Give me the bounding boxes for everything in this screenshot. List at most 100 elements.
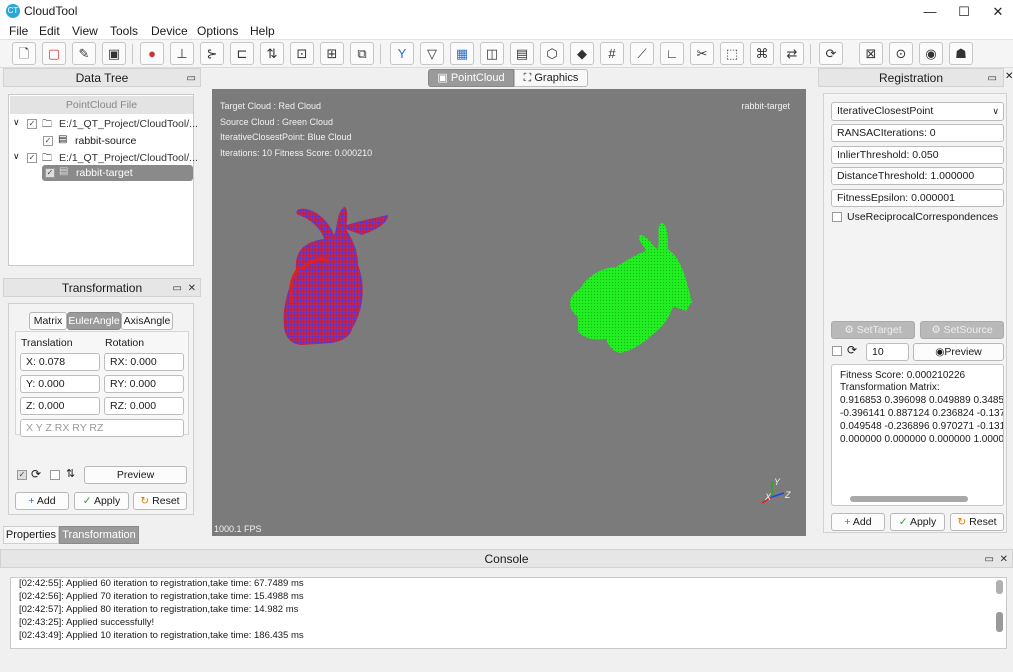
result-box[interactable]: Fitness Score: 0.000210226 Transformatio… — [831, 364, 1004, 506]
refresh-icon[interactable]: ⟳ — [819, 42, 843, 65]
rx-field[interactable]: RX: 0.000 — [104, 353, 184, 371]
align-icon[interactable]: ⇅ — [260, 42, 284, 65]
tab-transformation[interactable]: Transformation — [59, 526, 139, 544]
open-file-icon[interactable]: ▢ — [42, 42, 66, 65]
split-icon[interactable]: ⊏ — [230, 42, 254, 65]
menu-options[interactable]: Options — [197, 24, 238, 38]
fitness-epsilon-field[interactable]: FitnessEpsilon: 0.000001 — [831, 189, 1004, 207]
add-button[interactable]: + Add — [15, 492, 69, 510]
distance-field[interactable]: DistanceThreshold: 1.000000 — [831, 167, 1004, 185]
clean-icon[interactable]: ✎ — [72, 42, 96, 65]
reset-button[interactable]: ↻ Reset — [133, 492, 187, 510]
ransac-field[interactable]: RANSACIterations: 0 — [831, 124, 1004, 142]
swap-icon[interactable]: ⇅ — [66, 467, 75, 480]
bounding-icon[interactable]: ⊞ — [320, 42, 344, 65]
tab-matrix[interactable]: Matrix — [29, 312, 67, 330]
close-icon[interactable]: ✕ — [1000, 551, 1008, 569]
preview-button[interactable]: ◉Preview — [913, 343, 1004, 361]
menu-tools[interactable]: Tools — [110, 24, 138, 38]
reciprocal-checkbox[interactable] — [832, 212, 842, 222]
set-target-button[interactable]: ⚙ SetTarget — [831, 321, 915, 339]
float-icon[interactable]: ▭ — [187, 70, 196, 88]
color-wheel-icon[interactable]: ● — [140, 42, 164, 65]
float-icon[interactable]: ▭ — [173, 280, 182, 298]
pointer-icon[interactable]: ☗ — [949, 42, 973, 65]
reset-button[interactable]: ↻ Reset — [950, 513, 1004, 531]
z-field[interactable]: Z: 0.000 — [20, 397, 100, 415]
set-source-button[interactable]: ⚙ SetSource — [920, 321, 1004, 339]
new-file-icon[interactable]: 🗋 — [12, 42, 36, 65]
mesh-icon[interactable]: ⬡ — [540, 42, 564, 65]
close-icon[interactable]: ✕ — [1005, 71, 1013, 82]
menu-edit[interactable]: Edit — [39, 24, 60, 38]
grid-icon[interactable]: ▦ — [450, 42, 474, 65]
capture-icon[interactable]: ⊙ — [889, 42, 913, 65]
tree-item[interactable]: E:/1_QT_Project/CloudTool/... — [59, 152, 198, 164]
box-icon[interactable]: ⊡ — [290, 42, 314, 65]
inverse-checkbox[interactable] — [50, 470, 60, 480]
layers-icon[interactable]: ◫ — [480, 42, 504, 65]
select-box-icon[interactable]: ⬚ — [720, 42, 744, 65]
save-icon[interactable]: ▣ — [102, 42, 126, 65]
tab-properties[interactable]: Properties — [3, 526, 59, 544]
tab-pointcloud[interactable]: ▣ PointCloud — [428, 69, 514, 87]
cube-icon[interactable]: ◆ — [570, 42, 594, 65]
zoom-fit-icon[interactable]: ⊠ — [859, 42, 883, 65]
frame-icon[interactable]: ▤ — [510, 42, 534, 65]
angle-icon[interactable]: ∟ — [660, 42, 684, 65]
axis-icon[interactable]: ⊥ — [170, 42, 194, 65]
auto-checkbox[interactable] — [832, 346, 842, 356]
maximize-button[interactable]: ☐ — [947, 0, 981, 23]
tab-axis-angle[interactable]: AxisAngle — [121, 312, 173, 330]
tree-item[interactable]: rabbit-target — [76, 167, 133, 179]
preview-button[interactable]: Preview — [84, 466, 187, 484]
hash-icon[interactable]: # — [600, 42, 624, 65]
rz-field[interactable]: RZ: 0.000 — [104, 397, 184, 415]
point-cloud-viewer[interactable]: Target Cloud : Red Cloud Source Cloud : … — [212, 89, 806, 536]
method-select[interactable]: IterativeClosestPoint ∨ — [831, 102, 1004, 121]
iterations-field[interactable]: 10 — [866, 343, 909, 361]
menu-help[interactable]: Help — [250, 24, 275, 38]
filter-y-icon[interactable]: Y — [390, 42, 414, 65]
segment-icon[interactable]: ⌘ — [750, 42, 774, 65]
tree-checkbox[interactable]: ✓ — [43, 136, 53, 146]
float-icon[interactable]: ▭ — [988, 70, 997, 88]
cut-icon[interactable]: ✂ — [690, 42, 714, 65]
inlier-field[interactable]: InlierThreshold: 0.050 — [831, 146, 1004, 164]
tree-checkbox[interactable]: ✓ — [27, 153, 37, 163]
chevron-down-icon[interactable]: ∨ — [13, 117, 20, 128]
tab-graphics[interactable]: ⛶ Graphics — [514, 69, 588, 87]
copy-icon[interactable]: ⧉ — [350, 42, 374, 65]
route-icon[interactable]: ⇄ — [780, 42, 804, 65]
merge-icon[interactable]: ⊱ — [200, 42, 224, 65]
refresh-icon[interactable]: ⟳ — [847, 343, 857, 357]
float-icon[interactable]: ▭ — [985, 551, 994, 569]
ry-field[interactable]: RY: 0.000 — [104, 375, 184, 393]
ruler-icon[interactable]: ⟋ — [630, 42, 654, 65]
minimize-button[interactable]: — — [913, 0, 947, 23]
console-output[interactable]: [02:42:55]: Applied 60 iteration to regi… — [10, 577, 1007, 649]
y-field[interactable]: Y: 0.000 — [20, 375, 100, 393]
scroll-up-handle[interactable] — [996, 580, 1003, 594]
apply-button[interactable]: ✓ Apply — [74, 492, 129, 510]
filter-funnel-icon[interactable]: ▽ — [420, 42, 444, 65]
menu-file[interactable]: File — [9, 24, 28, 38]
menu-device[interactable]: Device — [151, 24, 188, 38]
menu-view[interactable]: View — [72, 24, 98, 38]
horizontal-scrollbar[interactable] — [850, 496, 968, 502]
tree-checkbox[interactable]: ✓ — [27, 119, 37, 129]
refresh-icon[interactable]: ⟳ — [31, 467, 41, 481]
tab-euler-angle[interactable]: EulerAngle — [67, 312, 121, 330]
x-field[interactable]: X: 0.078 — [20, 353, 100, 371]
chevron-down-icon[interactable]: ∨ — [13, 151, 20, 162]
xyz-input[interactable]: X Y Z RX RY RZ — [20, 419, 184, 437]
close-button[interactable]: ✕ — [981, 0, 1013, 23]
close-icon[interactable]: ✕ — [188, 280, 196, 298]
tree-checkbox[interactable]: ✓ — [45, 168, 55, 178]
preview-checkbox[interactable]: ✓ — [17, 470, 27, 480]
apply-button[interactable]: ✓ Apply — [890, 513, 945, 531]
add-button[interactable]: + Add — [831, 513, 885, 531]
vertical-scrollbar[interactable] — [996, 612, 1003, 632]
play-icon[interactable]: ◉ — [919, 42, 943, 65]
tree-item[interactable]: E:/1_QT_Project/CloudTool/... — [59, 118, 198, 130]
